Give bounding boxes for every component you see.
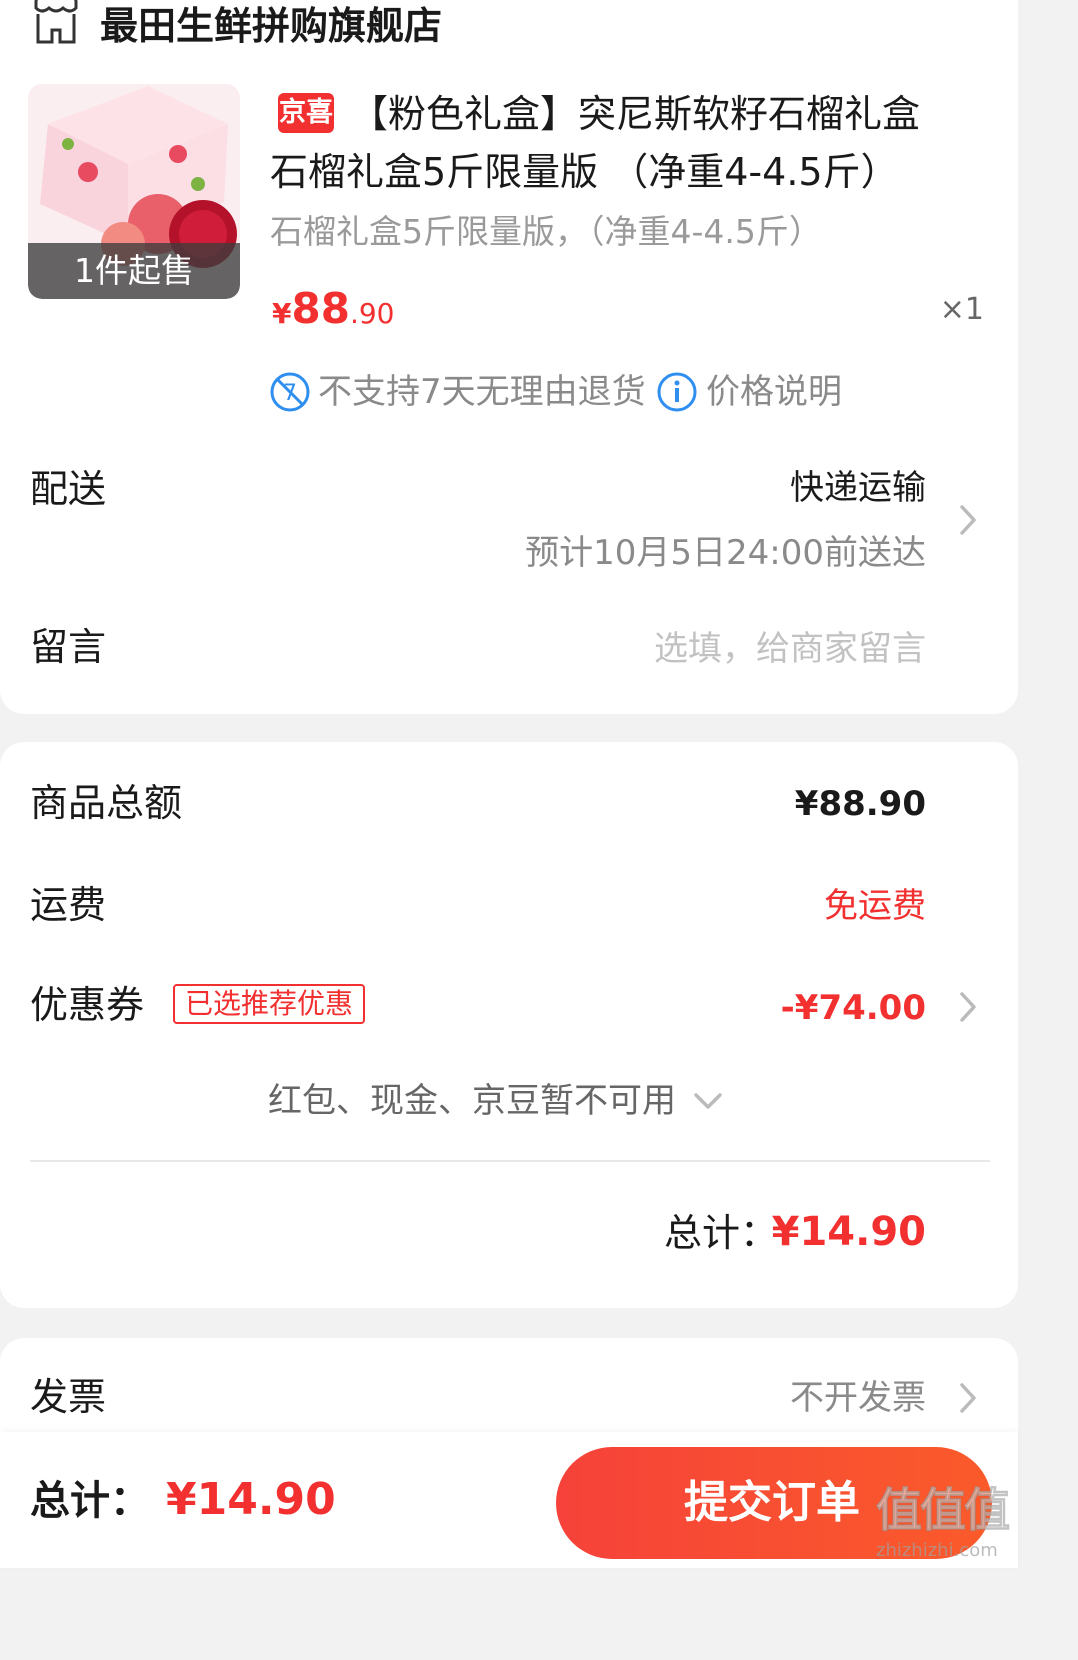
goods-total-value: ¥88.90 — [794, 784, 926, 824]
chevron-right-icon[interactable] — [958, 990, 978, 1024]
watermark-url: zhizhizhi.com — [876, 1540, 998, 1561]
store-name[interactable]: 最田生鲜拼购旗舰店 — [100, 2, 442, 50]
product-title-line1[interactable]: 【粉色礼盒】突尼斯软籽石榴礼盒 — [350, 88, 920, 140]
shipping-label: 运费 — [30, 883, 107, 927]
message-input[interactable]: 选填，给商家留言 — [654, 626, 926, 672]
divider — [30, 1160, 990, 1162]
product-title-line2[interactable]: 石榴礼盒5斤限量版 （净重4-4.5斤） — [270, 146, 899, 198]
delivery-label: 配送 — [30, 467, 107, 511]
coupon-recommended-tag: 已选推荐优惠 — [173, 984, 366, 1024]
product-price: ¥88.90 — [272, 282, 394, 345]
coupon-value[interactable]: -¥74.00 — [781, 985, 926, 1031]
price-currency: ¥ — [272, 297, 292, 330]
invoice-value[interactable]: 不开发票 — [790, 1375, 926, 1421]
store-icon — [34, 0, 78, 44]
coupon-label: 优惠券 — [30, 983, 145, 1027]
delivery-method[interactable]: 快递运输 — [790, 465, 926, 511]
jingxi-tag: 京喜 — [278, 93, 334, 133]
message-label: 留言 — [30, 625, 107, 669]
chevron-right-icon[interactable] — [958, 1381, 978, 1415]
info-icon[interactable] — [656, 371, 698, 413]
goods-total-label: 商品总额 — [30, 781, 183, 825]
min-purchase-badge: 1件起售 — [28, 243, 240, 299]
product-sku: 石榴礼盒5斤限量版，（净重4-4.5斤） — [270, 212, 822, 251]
price-note-link[interactable]: 价格说明 — [706, 368, 842, 416]
product-quantity: ×1 — [939, 292, 984, 327]
order-total-label: 总计： — [663, 1211, 778, 1255]
bottom-total-value: ¥14.90 — [166, 1474, 336, 1525]
shipping-value: 免运费 — [824, 886, 926, 926]
chevron-right-icon[interactable] — [958, 503, 978, 537]
unavailable-payments[interactable]: 红包、现金、京豆暂不可用 — [268, 1078, 676, 1124]
watermark-logo: 值值值 — [876, 1483, 1011, 1538]
price-integer: 88 — [291, 284, 350, 333]
delivery-eta: 预计10月5日24:00前送达 — [525, 533, 926, 573]
chevron-down-icon[interactable] — [692, 1090, 724, 1112]
order-total-value: ¥14.90 — [771, 1209, 926, 1255]
price-decimal: .90 — [349, 297, 395, 330]
bottom-total-label: 总计： — [30, 1478, 150, 1524]
no-return-text: 不支持7天无理由退货 — [318, 372, 646, 412]
invoice-label: 发票 — [30, 1375, 107, 1419]
no-return-icon: 7 — [270, 372, 310, 412]
product-thumbnail[interactable]: 1件起售 — [28, 84, 240, 299]
